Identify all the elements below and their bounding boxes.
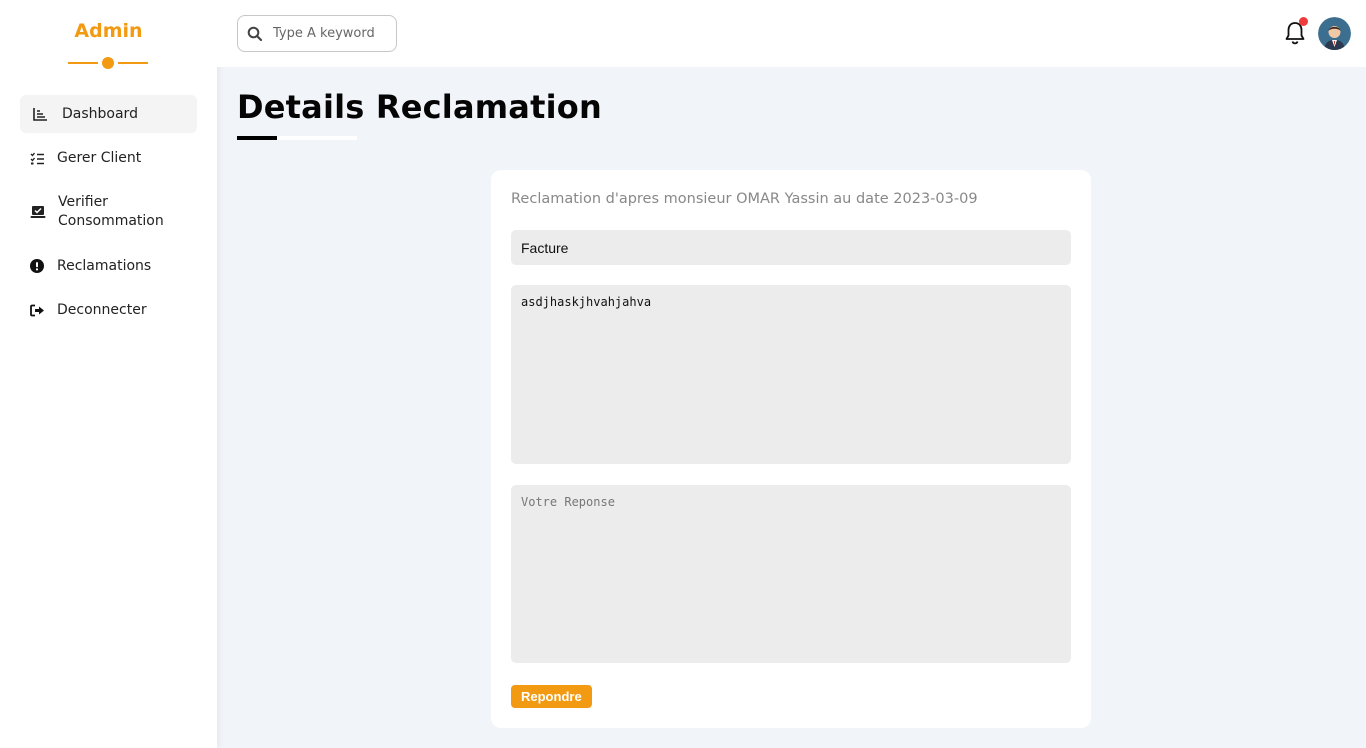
reclamation-heading: Reclamation d'apres monsieur OMAR Yassin…	[511, 191, 978, 207]
brand-divider	[68, 57, 148, 69]
sidebar-item-dashboard[interactable]: Dashboard	[20, 95, 197, 133]
subject-field[interactable]	[511, 230, 1071, 265]
sidebar-item-label: Reclamations	[57, 258, 152, 274]
sidebar-item-verifier-consommation[interactable]: Verifier Consommation	[20, 187, 197, 237]
message-textarea[interactable]: asdjhaskjhvahjahva	[511, 285, 1071, 464]
notification-badge	[1299, 17, 1308, 26]
search-icon	[247, 26, 263, 42]
sidebar-item-label: Verifier Consommation	[58, 194, 164, 229]
logout-icon	[29, 302, 45, 318]
app-root: Admin Dashboard Gerer Client Verifier Co…	[0, 0, 1366, 748]
avatar[interactable]	[1318, 17, 1351, 50]
sidebar-item-label: Gerer Client	[57, 150, 142, 166]
notifications-button[interactable]	[1284, 17, 1308, 46]
reclamation-card: Reclamation d'apres monsieur OMAR Yassin…	[491, 170, 1091, 728]
chart-icon	[32, 106, 48, 122]
sidebar-item-label: Deconnecter	[57, 302, 147, 318]
list-check-icon	[29, 150, 45, 166]
reply-button[interactable]: Repondre	[511, 685, 592, 708]
bell-icon	[1284, 22, 1306, 50]
sidebar: Admin Dashboard Gerer Client Verifier Co…	[0, 0, 217, 748]
exclamation-circle-icon	[29, 258, 45, 274]
search-input[interactable]	[273, 26, 383, 41]
reply-textarea[interactable]	[511, 485, 1071, 663]
sidebar-item-deconnecter[interactable]: Deconnecter	[20, 295, 197, 325]
sidebar-item-gerer-client[interactable]: Gerer Client	[20, 143, 197, 173]
sidebar-item-label: Dashboard	[62, 106, 138, 122]
laptop-check-icon	[30, 204, 46, 220]
sidebar-item-reclamations[interactable]: Reclamations	[20, 251, 197, 281]
search-box[interactable]	[237, 15, 397, 52]
topbar	[217, 0, 1366, 67]
title-underline	[237, 136, 357, 140]
page-title: Details Reclamation	[237, 88, 602, 126]
brand-title: Admin	[74, 20, 143, 42]
